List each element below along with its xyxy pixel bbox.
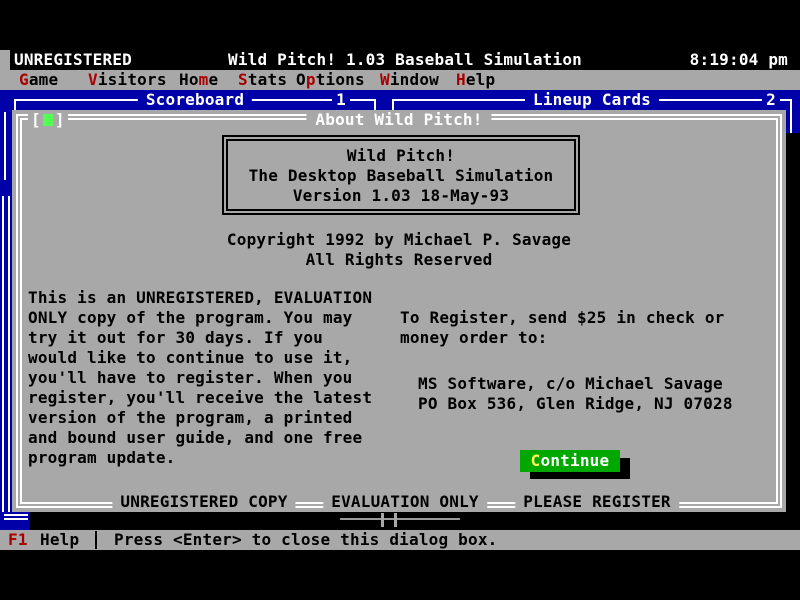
window-number: 2	[762, 90, 780, 110]
footer-unregistered-copy: UNREGISTERED COPY	[112, 492, 295, 512]
about-line-subtitle: The Desktop Baseball Simulation	[228, 166, 574, 186]
window-corner	[392, 99, 394, 110]
register-address-1: MS Software, c/o Michael Savage	[400, 374, 770, 394]
continue-button[interactable]: Continue	[520, 450, 620, 472]
corner-block	[0, 50, 10, 70]
dialog-shadow	[786, 133, 800, 530]
help-label[interactable]: Help	[40, 530, 79, 550]
registration-status: UNREGISTERED	[14, 50, 132, 70]
f1-key-hint[interactable]: F1	[8, 530, 28, 550]
window-border-fragment	[394, 513, 397, 527]
menu-bar: Game Visitors Home Stats Options Window …	[0, 70, 800, 90]
window-title-scoreboard: Scoreboard	[138, 90, 252, 110]
dialog-shadow	[30, 512, 800, 530]
about-info-box: Wild Pitch! The Desktop Baseball Simulat…	[222, 135, 580, 215]
rights-line: All Rights Reserved	[12, 250, 786, 270]
menu-stats[interactable]: Stats	[238, 70, 287, 90]
copyright-line: Copyright 1992 by Michael P. Savage	[12, 230, 786, 250]
window-border-fragment	[790, 110, 792, 133]
window-lineup-cards-titlebar[interactable]: Lineup Cards 2	[390, 90, 794, 110]
status-separator	[95, 531, 97, 549]
window-corner	[790, 99, 792, 110]
title-bar: UNREGISTERED Wild Pitch! 1.03 Baseball S…	[0, 50, 800, 70]
menu-help[interactable]: Help	[456, 70, 495, 90]
window-border-fragment	[381, 513, 384, 527]
menu-game[interactable]: Game	[19, 70, 58, 90]
desktop: Scoreboard 1 Lineup Cards 2 [] About Wil…	[0, 90, 800, 530]
close-box-green-icon	[43, 114, 53, 126]
window-border-fragment	[398, 518, 460, 520]
status-message: Press <Enter> to close this dialog box.	[114, 530, 497, 550]
about-dialog: [] About Wild Pitch! Wild Pitch! The Des…	[12, 110, 786, 512]
register-info-block: To Register, send $25 in check or money …	[400, 308, 770, 414]
window-corner	[374, 99, 376, 110]
clock: 8:19:04 pm	[690, 50, 788, 70]
window-scoreboard-titlebar[interactable]: Scoreboard 1	[12, 90, 378, 110]
footer-evaluation-only: EVALUATION ONLY	[323, 492, 487, 512]
window-number: 1	[332, 90, 350, 110]
register-address-2: PO Box 536, Glen Ridge, NJ 07028	[400, 394, 770, 414]
window-title-lineup-cards: Lineup Cards	[525, 90, 659, 110]
footer-please-register: PLEASE REGISTER	[515, 492, 679, 512]
window-border-fragment	[2, 196, 10, 512]
evaluation-notice-text: This is an UNREGISTERED, EVALUATION ONLY…	[28, 288, 400, 468]
menu-options[interactable]: Options	[296, 70, 365, 90]
copyright-block: Copyright 1992 by Michael P. Savage All …	[12, 230, 786, 270]
menu-visitors[interactable]: Visitors	[88, 70, 167, 90]
menu-home[interactable]: Home	[179, 70, 218, 90]
about-line-version: Version 1.03 18-May-93	[228, 186, 574, 206]
app-title: Wild Pitch! 1.03 Baseball Simulation	[228, 50, 582, 70]
menu-window[interactable]: Window	[380, 70, 439, 90]
window-corner	[14, 99, 16, 110]
status-bar: F1 Help Press <Enter> to close this dial…	[0, 530, 800, 550]
register-line-2: money order to:	[400, 328, 770, 348]
window-border-fragment	[4, 112, 6, 180]
about-line-app-name: Wild Pitch!	[228, 146, 574, 166]
dialog-title: About Wild Pitch!	[306, 110, 491, 130]
window-border-fragment	[4, 514, 28, 520]
dialog-close-button[interactable]: []	[28, 110, 68, 130]
register-line-1: To Register, send $25 in check or	[400, 308, 770, 328]
